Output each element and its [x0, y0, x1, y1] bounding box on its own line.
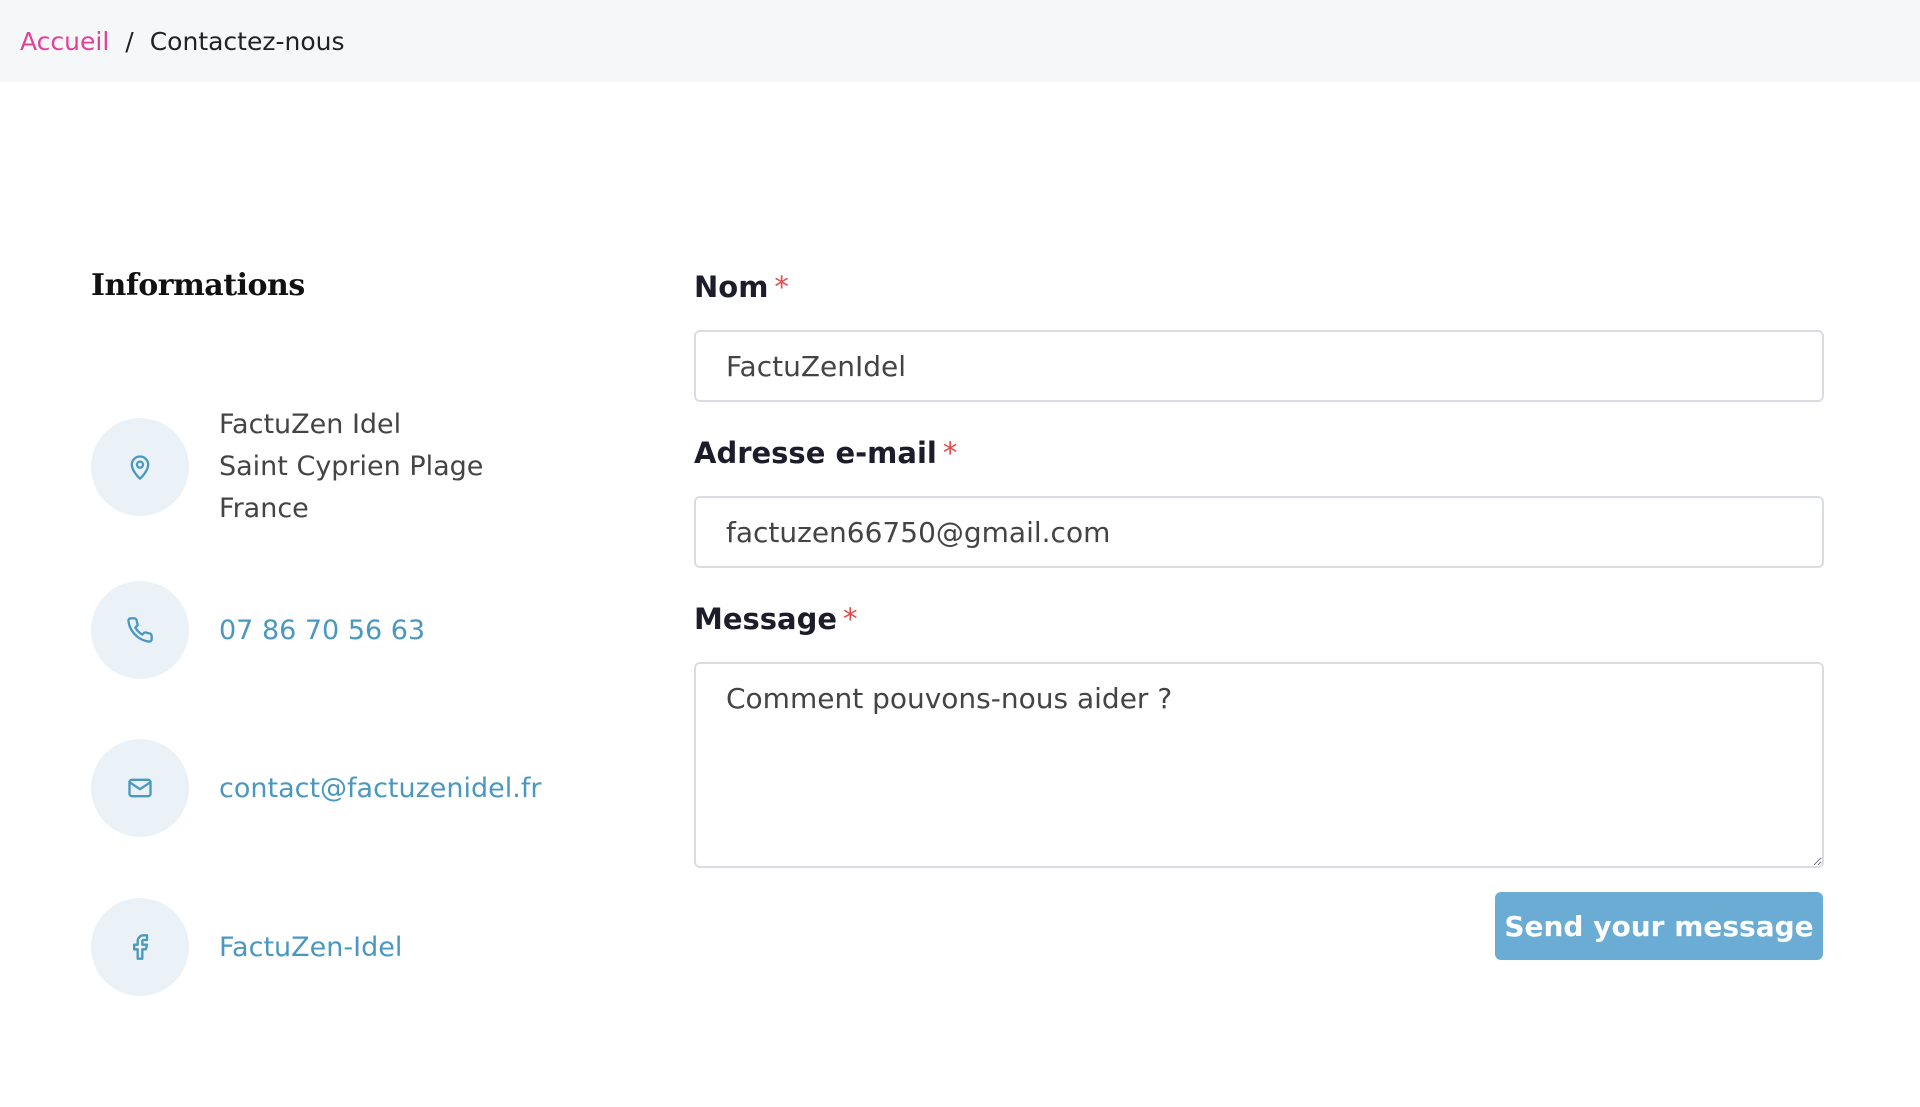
address-text: FactuZen Idel Saint Cyprien Plage France	[219, 404, 483, 530]
email-input[interactable]	[694, 496, 1824, 568]
breadcrumb-home-link[interactable]: Accueil	[20, 27, 109, 56]
send-message-button[interactable]: Send your message	[1495, 892, 1823, 960]
info-facebook: FactuZen-Idel	[91, 898, 402, 996]
name-label: Nom *	[694, 270, 1824, 314]
breadcrumb: Accueil / Contactez-nous	[0, 0, 1920, 82]
name-input[interactable]	[694, 330, 1824, 402]
email-link[interactable]: contact@factuzenidel.fr	[219, 773, 541, 804]
breadcrumb-separator: /	[125, 26, 134, 56]
mail-icon	[91, 739, 189, 837]
required-marker: *	[942, 436, 958, 470]
breadcrumb-current: Contactez-nous	[149, 26, 345, 56]
message-label-text: Message	[694, 602, 838, 636]
address-line-2: Saint Cyprien Plage	[219, 451, 484, 482]
required-marker: *	[774, 270, 789, 304]
facebook-link[interactable]: FactuZen-Idel	[219, 932, 402, 963]
message-textarea[interactable]	[694, 662, 1824, 868]
phone-icon	[91, 581, 189, 679]
email-label-text: Adresse e-mail	[694, 436, 937, 470]
contact-form: Nom* Adresse e-mail* Message*	[694, 270, 1824, 868]
name-label-text: Nom	[694, 270, 769, 304]
facebook-icon	[91, 898, 189, 996]
email-label: Adresse e-mail *	[694, 436, 1824, 480]
address-line-1: FactuZen Idel	[219, 409, 402, 440]
info-email: contact@factuzenidel.fr	[91, 739, 541, 837]
phone-link[interactable]: 07 86 70 56 63	[219, 615, 425, 646]
message-label: Message *	[694, 602, 1824, 646]
address-line-3: France	[219, 493, 309, 524]
info-title: Informations	[91, 268, 305, 303]
info-address: FactuZen Idel Saint Cyprien Plage France	[91, 404, 483, 530]
required-marker: *	[843, 602, 858, 636]
map-pin-icon	[91, 418, 189, 516]
info-phone: 07 86 70 56 63	[91, 581, 425, 679]
